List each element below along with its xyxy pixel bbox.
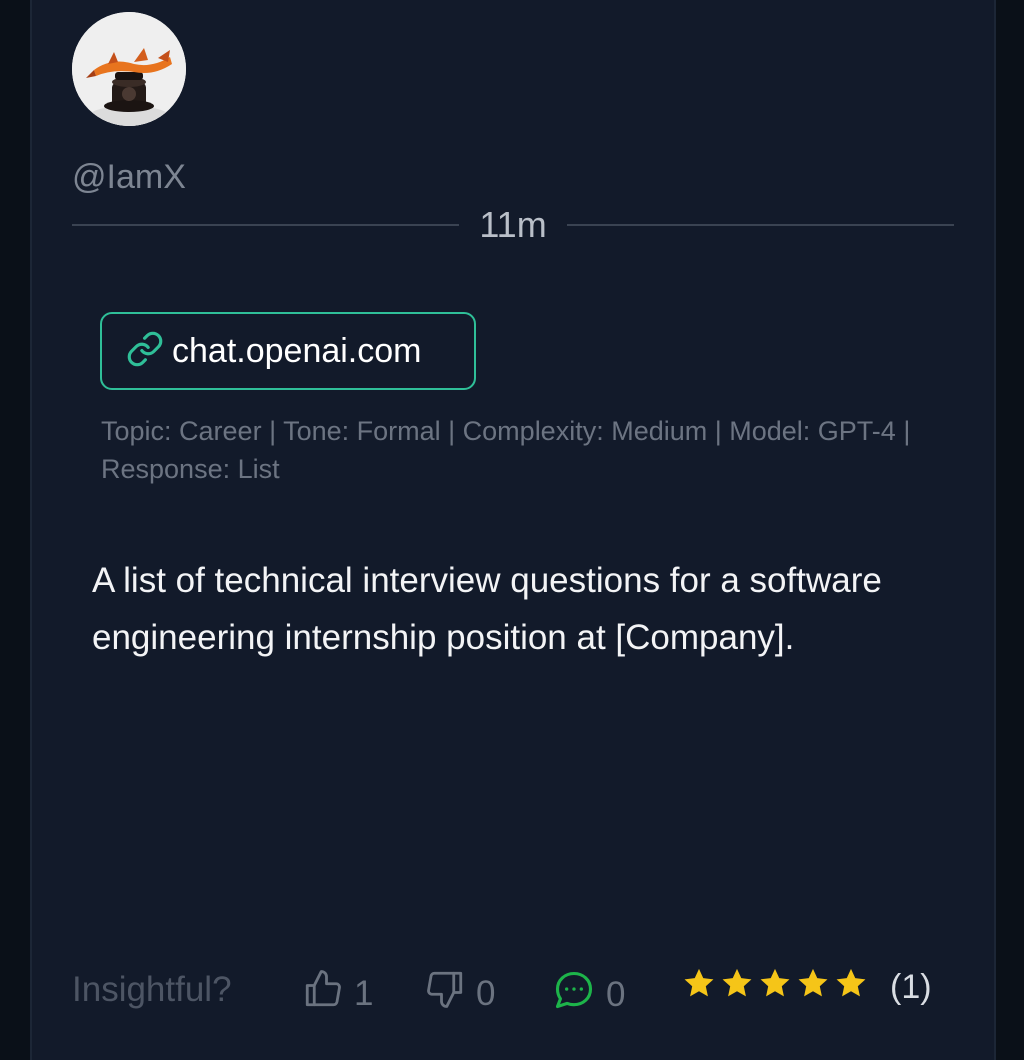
prompt-meta: Topic: Career | Tone: Formal | Complexit… [101,416,911,484]
thumbs-up-icon [302,968,344,1019]
star-rating[interactable] [682,966,868,1000]
like-count: 1 [354,973,374,1013]
star-icon[interactable] [834,966,868,1000]
post-footer: Insightful? 1 0 0 (1) [72,964,942,1024]
rating-count: (1) [890,968,932,1006]
like-button[interactable]: 1 [302,968,373,1019]
star-icon[interactable] [796,966,830,1000]
star-icon[interactable] [720,966,754,1000]
prompt-text: A list of technical interview questions … [92,561,882,657]
divider-line-right [566,224,955,226]
divider-line-left [72,224,460,226]
star-icon[interactable] [682,966,716,1000]
thumbs-down-icon [424,968,466,1019]
dislike-count: 0 [476,973,496,1013]
link-icon [126,330,164,373]
avatar[interactable] [72,12,186,126]
link-text: chat.openai.com [172,331,422,370]
username[interactable]: @IamX [72,158,186,197]
insightful-label: Insightful? [72,970,232,1009]
avatar-image [72,12,186,126]
comment-count: 0 [606,974,626,1014]
post-time: 11m [479,204,547,245]
star-icon[interactable] [758,966,792,1000]
comment-button[interactable]: 0 [552,968,625,1021]
time-divider: 11m [72,200,955,250]
source-link[interactable]: chat.openai.com [100,312,476,390]
dislike-button[interactable]: 0 [424,968,495,1019]
comment-icon [552,968,596,1021]
